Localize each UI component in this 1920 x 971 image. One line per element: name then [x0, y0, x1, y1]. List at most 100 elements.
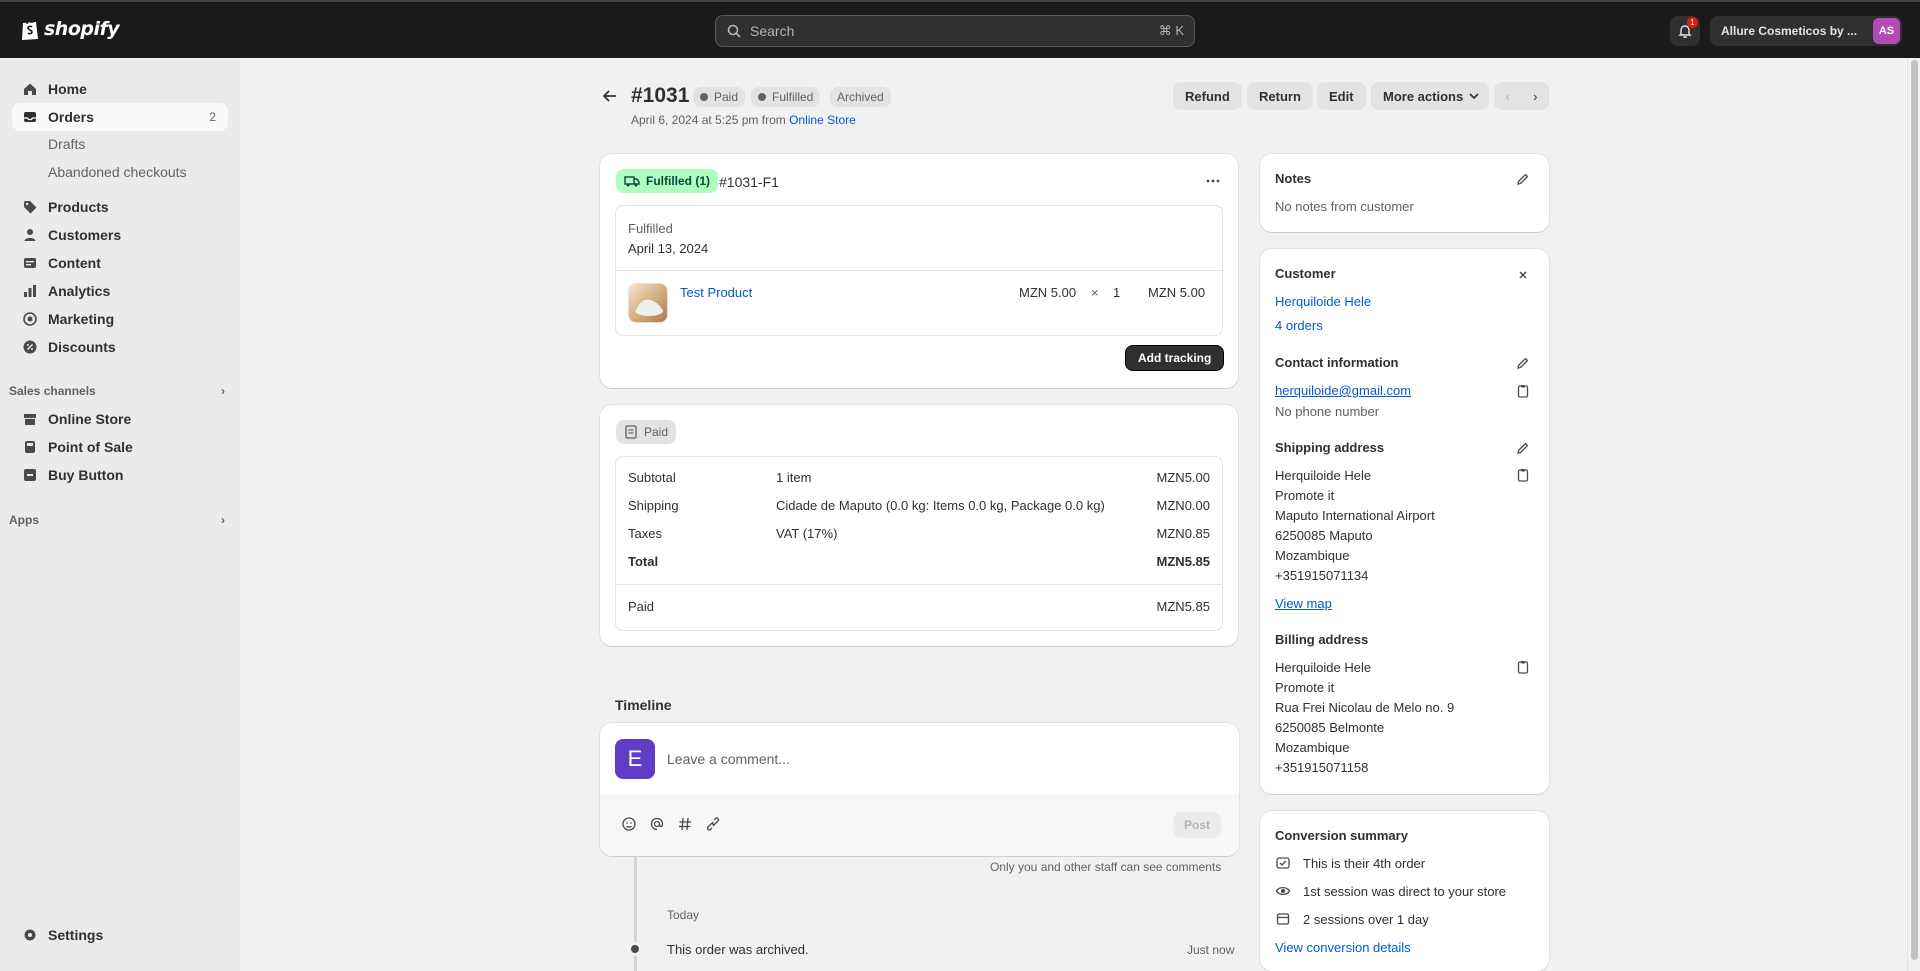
store-avatar: AS [1873, 18, 1900, 44]
sidebar-item-marketing[interactable]: Marketing [12, 305, 228, 333]
badge-label: Archived [837, 90, 884, 104]
page-scrollbar[interactable] [1907, 58, 1920, 971]
hashtag-icon[interactable] [677, 816, 693, 832]
payment-card: Paid Subtotal 1 item MZN5.00 Shipping Ci… [600, 405, 1238, 646]
product-thumbnail[interactable] [628, 283, 668, 323]
billing-address-line: Promote it [1275, 680, 1335, 695]
sidebar-item-abandoned-checkouts[interactable]: Abandoned checkouts [48, 164, 187, 180]
sidebar-item-analytics[interactable]: Analytics [12, 277, 228, 305]
pencil-icon[interactable] [1515, 440, 1531, 456]
buy-button-icon [24, 469, 36, 481]
sidebar-item-customers[interactable]: Customers [12, 221, 228, 249]
pencil-icon[interactable] [1515, 171, 1531, 187]
comment-input[interactable]: Leave a comment... [667, 751, 790, 767]
calendar-icon [1276, 913, 1290, 925]
timeline-event-marker [628, 942, 642, 956]
more-actions-button[interactable]: More actions [1371, 82, 1490, 110]
add-tracking-button[interactable]: Add tracking [1125, 345, 1225, 371]
shipping-address-line: Mozambique [1275, 548, 1350, 563]
sidebar-item-home[interactable]: Home [12, 75, 228, 103]
fulfillment-card: Fulfilled (1) #1031-F1 Fulfilled April 1… [600, 154, 1238, 388]
avatar: E [615, 739, 655, 779]
sidebar-item-discounts[interactable]: Discounts [12, 333, 228, 361]
clipboard-icon[interactable] [1515, 467, 1531, 483]
customer-orders-link[interactable]: 4 orders [1275, 318, 1323, 333]
store-menu-button[interactable]: Allure Cosmeticos by ... AS [1710, 16, 1902, 46]
product-link[interactable]: Test Product [680, 285, 752, 300]
tag-icon [24, 201, 37, 214]
home-icon [24, 83, 36, 95]
conversion-item: 1st session was direct to your store [1303, 884, 1507, 899]
sidebar-item-products[interactable]: Products [12, 193, 228, 221]
emoji-icon[interactable] [621, 816, 637, 832]
search-icon [727, 24, 741, 38]
billing-address-line: Herquiloide Hele [1275, 660, 1372, 675]
shopify-bag-icon [22, 19, 38, 40]
sidebar-item-point-of-sale[interactable]: Point of Sale [12, 433, 228, 461]
inbox-icon [24, 112, 36, 122]
ellipsis-icon[interactable] [1205, 173, 1221, 189]
sidebar-item-content[interactable]: Content [12, 249, 228, 277]
return-button[interactable]: Return [1247, 82, 1313, 110]
back-arrow-icon[interactable] [600, 86, 620, 106]
sidebar-item-label: Home [48, 81, 87, 97]
sidebar-item-settings[interactable]: Settings [12, 921, 228, 949]
refund-button[interactable]: Refund [1173, 82, 1242, 110]
paid-label: Paid [628, 599, 655, 614]
notes-card: Notes No notes from customer [1260, 154, 1549, 232]
status-dot-icon [700, 93, 708, 101]
chevron-right-icon: › [221, 513, 225, 527]
sidebar-item-label: Settings [48, 927, 104, 943]
attachment-icon[interactable] [705, 816, 721, 832]
customer-email-link[interactable]: herquiloide@gmail.com [1275, 383, 1411, 398]
search-bar[interactable]: Search ⌘ K [715, 15, 1195, 47]
previous-order-icon[interactable]: ‹ [1506, 89, 1510, 104]
sidebar-item-drafts[interactable]: Drafts [48, 136, 85, 152]
customer-phone: No phone number [1275, 404, 1380, 419]
total-amount: MZN5.85 [1156, 554, 1210, 569]
sidebar-item-buy-button[interactable]: Buy Button [12, 461, 228, 489]
view-conversion-details-link[interactable]: View conversion details [1275, 940, 1411, 955]
next-order-icon[interactable]: › [1533, 89, 1537, 104]
page-title: #1031 [631, 84, 690, 107]
post-button[interactable]: Post [1173, 812, 1222, 838]
clipboard-icon[interactable] [1515, 383, 1531, 399]
shopify-logo[interactable]: shopify [20, 17, 120, 41]
sales-channels-header[interactable]: Sales channels › [9, 384, 225, 398]
scrollbar-thumb[interactable] [1911, 60, 1918, 960]
customer-name-link[interactable]: Herquiloide Hele [1275, 294, 1371, 309]
apps-header[interactable]: Apps › [9, 513, 225, 527]
unit-price: MZN 5.00 [1019, 285, 1077, 300]
search-placeholder: Search [750, 23, 795, 39]
customer-card: Customer Herquiloide Hele 4 orders Conta… [1260, 249, 1549, 794]
comment-toolbar: Post [600, 795, 1239, 856]
top-bar: shopify Search ⌘ K 1 Allure Cosmeticos b… [0, 0, 1920, 58]
taxes-label: Taxes [628, 526, 662, 541]
shopify-wordmark: shopify [44, 18, 120, 40]
clipboard-icon[interactable] [1515, 659, 1531, 675]
timeline-day: Today [667, 908, 700, 922]
conversion-summary-title: Conversion summary [1275, 828, 1408, 843]
sidebar-item-label: Content [48, 255, 101, 271]
sidebar-item-online-store[interactable]: Online Store [12, 405, 228, 433]
view-map-link[interactable]: View map [1275, 596, 1332, 611]
edit-button[interactable]: Edit [1317, 82, 1366, 110]
contact-information-title: Contact information [1275, 355, 1399, 370]
sidebar-item-orders[interactable]: Orders 2 [12, 103, 228, 131]
subtotal-amount: MZN5.00 [1156, 470, 1210, 485]
timeline-title: Timeline [615, 697, 672, 713]
conversion-item: This is their 4th order [1303, 856, 1426, 871]
receipt-icon [625, 425, 637, 439]
paid-badge-label: Paid [644, 425, 669, 439]
close-icon[interactable] [1515, 267, 1531, 283]
mention-icon[interactable] [649, 816, 665, 832]
timeline-event-text: This order was archived. [667, 942, 809, 957]
more-actions-label: More actions [1383, 88, 1464, 104]
pencil-icon[interactable] [1515, 355, 1531, 371]
gear-icon [24, 929, 36, 941]
online-store-link[interactable]: Online Store [789, 113, 856, 127]
status-badge-paid: Paid [693, 87, 746, 107]
eye-icon [1275, 886, 1291, 896]
notifications-button[interactable]: 1 [1670, 16, 1700, 46]
shipping-amount: MZN0.00 [1156, 498, 1210, 513]
